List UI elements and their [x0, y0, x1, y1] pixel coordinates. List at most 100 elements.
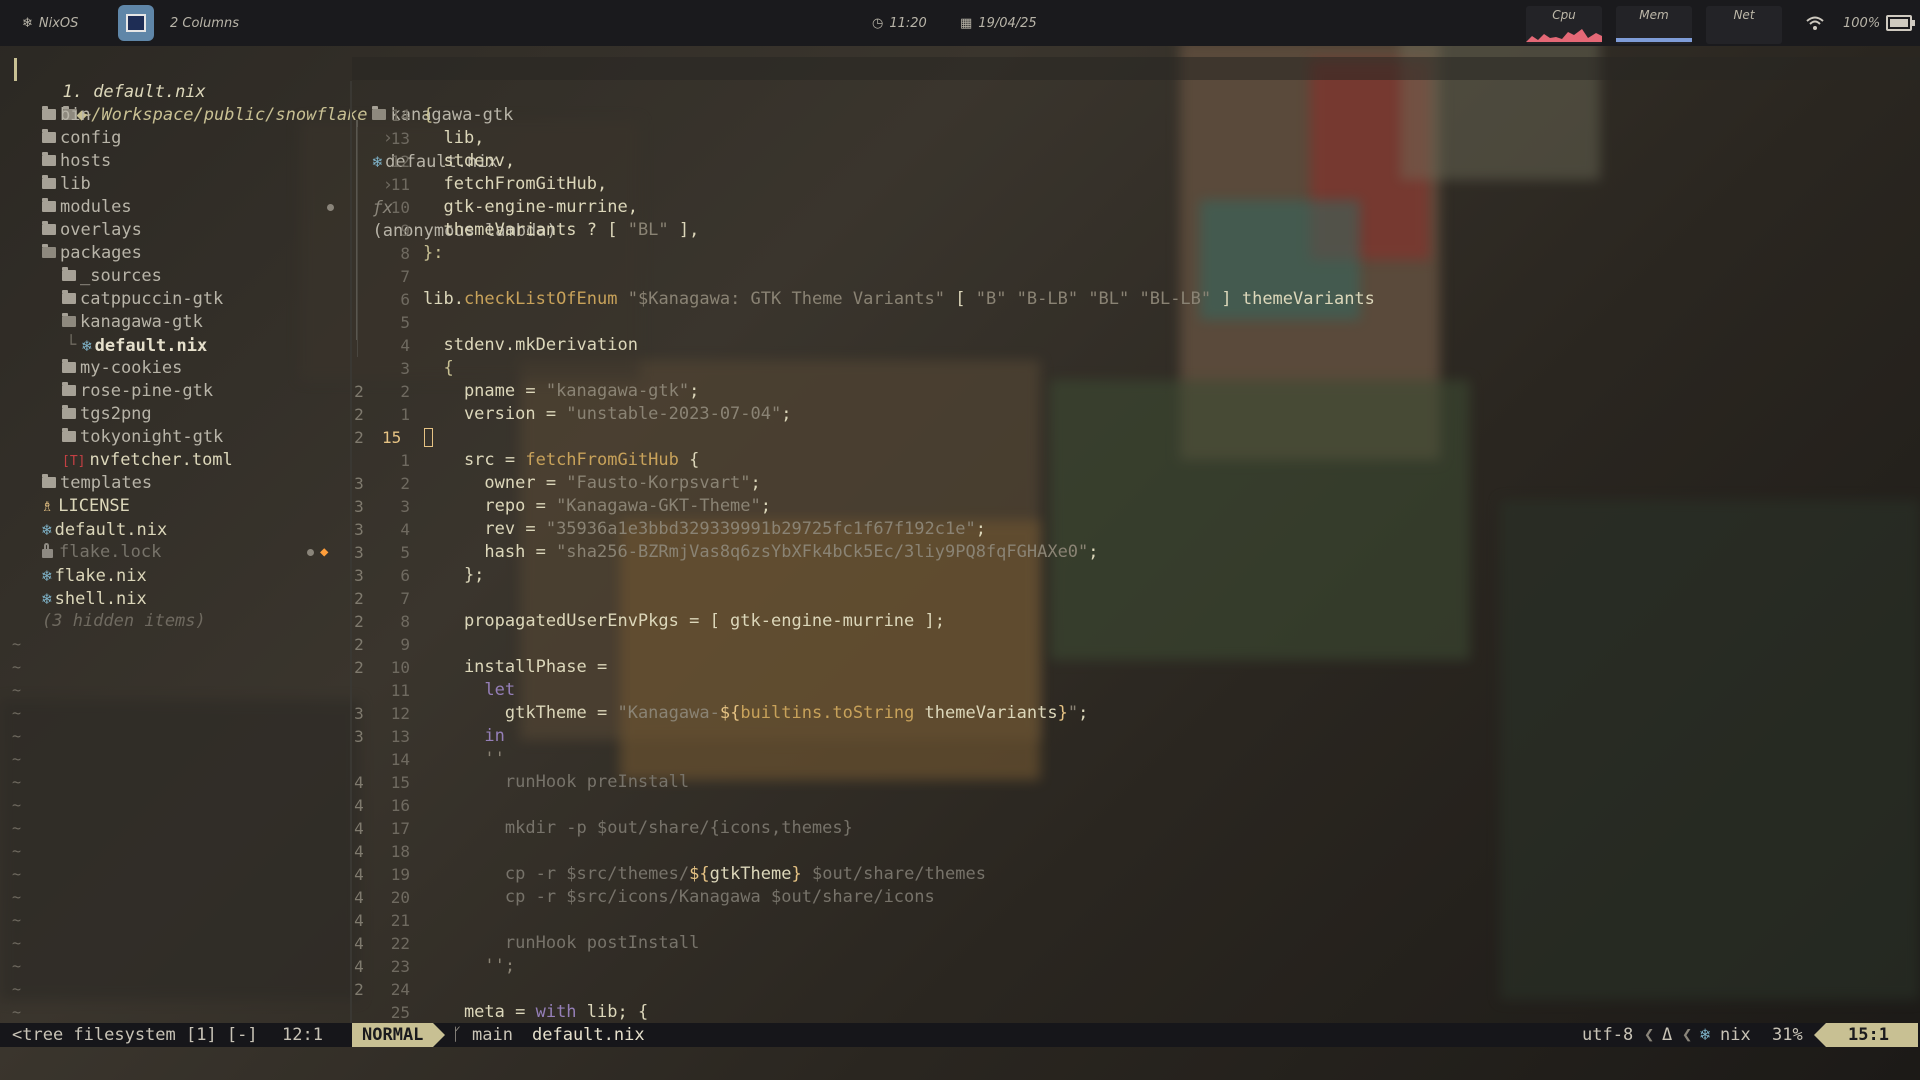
tree-item-sources[interactable]: _sources — [62, 265, 162, 288]
tree-item-tgs2png[interactable]: tgs2png — [62, 403, 152, 426]
tree-item-bin[interactable]: bin — [42, 104, 91, 127]
code-line[interactable]: 3 12 gtkTheme = "Kanagawa-${builtins.toSt… — [352, 702, 1912, 725]
battery-icon — [1886, 15, 1916, 31]
tree-item-label: templates — [60, 473, 153, 493]
tree-item-tokyonight-gtk[interactable]: tokyonight-gtk — [62, 426, 223, 449]
empty-line-tilde: ~ — [12, 957, 22, 975]
code-line[interactable]: 36 }; — [352, 564, 1912, 587]
tree-item-templates[interactable]: templates — [42, 472, 152, 495]
code-line[interactable]: 1 src = fetchFromGitHub { — [352, 449, 1912, 472]
code-line[interactable]: 2 24 — [352, 978, 1912, 1001]
folder-icon — [42, 128, 56, 143]
code-token: "sha256-BZRmjVas8q6zsYbXFk4bCk5Ec/3liy9P… — [556, 542, 1089, 562]
layout-indicator[interactable]: 2 Columns — [170, 0, 239, 46]
cpu-label: Cpu — [1552, 8, 1576, 22]
code-line[interactable]: 25 meta = with lib; { — [352, 1001, 1912, 1024]
code-line[interactable]: 34 rev = "35936a1e3bbd329339991b29725fc1… — [352, 518, 1912, 541]
tree-item-catppuccin-gtk[interactable]: catppuccin-gtk — [62, 288, 223, 311]
battery-status[interactable]: 100% — [1843, 0, 1916, 46]
code-line[interactable]: 12 stdenv, — [352, 150, 1912, 173]
cpu-widget[interactable]: Cpu — [1526, 6, 1602, 44]
tree-item-kanagawa-gtk[interactable]: kanagawa-gtk — [62, 311, 203, 334]
code-line[interactable]: 32 owner = "Fausto-Korpsvart"; — [352, 472, 1912, 495]
code-line[interactable]: 10 gtk-engine-murrine, — [352, 196, 1912, 219]
code-line[interactable]: 4 20 cp -r $src/icons/Kanagawa $out/share… — [352, 886, 1912, 909]
code-line[interactable]: 4 22 runHook postInstall — [352, 932, 1912, 955]
code-line[interactable]: 2 15 — [352, 426, 1912, 449]
tree-item-my-cookies[interactable]: my-cookies — [62, 357, 182, 380]
tree-item-modules[interactable]: modules — [42, 196, 132, 219]
hidden-items-note[interactable]: (3 hidden items) — [42, 610, 206, 633]
empty-line-tilde: ~ — [12, 727, 22, 745]
code-line[interactable]: 4 15 runHook preInstall — [352, 771, 1912, 794]
code-token: ${ — [719, 703, 741, 723]
code-line[interactable]: 22 pname = "kanagawa-gtk"; — [352, 380, 1912, 403]
code-line[interactable]: 35 hash = "sha256-BZRmjVas8q6zsYbXFk4bCk… — [352, 541, 1912, 564]
tree-item-label: default.nix — [94, 336, 208, 356]
tree-item-label: tokyonight-gtk — [80, 427, 224, 447]
line-number: 15 — [390, 773, 410, 792]
code-line[interactable]: 6 lib.checkListOfEnum "$Kanagawa: GTK The… — [352, 288, 1912, 311]
code-line[interactable]: 8}: — [352, 242, 1912, 265]
code-line[interactable]: 4 23 ''; — [352, 955, 1912, 978]
code-text: cp -r $src/themes/${gtkTheme} $out/share… — [423, 863, 986, 886]
clock[interactable]: ◷ 11:20 — [872, 0, 927, 46]
tree-item-config[interactable]: config — [42, 127, 121, 150]
code-line[interactable]: 28 propagatedUserEnvPkgs = [ gtk-engine-… — [352, 610, 1912, 633]
code-line[interactable]: 14 '' — [352, 748, 1912, 771]
code-line[interactable]: 33 repo = "Kanagawa-GKT-Theme"; — [352, 495, 1912, 518]
date[interactable]: ▦ 19/04/25 — [960, 0, 1037, 46]
code-line[interactable]: 3 { — [352, 357, 1912, 380]
code-line[interactable]: 7 — [352, 265, 1912, 288]
tree-item-shell-nix[interactable]: ❄ shell.nix — [42, 587, 147, 610]
os-launcher[interactable]: ❄ NixOS — [22, 0, 78, 46]
folder-icon — [62, 427, 76, 442]
net-widget[interactable]: Net — [1706, 6, 1782, 44]
code-line[interactable]: 4 21 — [352, 909, 1912, 932]
tree-item-label: shell.nix — [54, 589, 147, 609]
code-line[interactable]: 4 18 — [352, 840, 1912, 863]
code-line[interactable]: 27 — [352, 587, 1912, 610]
code-line[interactable]: 14 { — [352, 104, 1912, 127]
code-line[interactable]: 4 17 mkdir -p $out/share/{icons,themes} — [352, 817, 1912, 840]
tree-item-rose-pine-gtk[interactable]: rose-pine-gtk — [62, 380, 213, 403]
code-line[interactable]: 9 themeVariants ? [ "BL" ], — [352, 219, 1912, 242]
tree-item-lib[interactable]: lib — [42, 173, 91, 196]
code-editor[interactable]: 14{13 lib, 12 stdenv, 11 fetchFromGitHub, 1… — [352, 104, 1920, 1024]
tree-item-overlays[interactable]: overlays — [42, 219, 142, 242]
tree-item-flake-lock[interactable]: flake.lock — [42, 541, 161, 564]
code-line[interactable]: 3 13 in — [352, 725, 1912, 748]
code-text: rev = "35936a1e3bbd329339991b29725fc1f67… — [423, 518, 986, 541]
fold-guide — [357, 127, 358, 357]
tree-item-default-nix[interactable]: ❄ default.nix — [42, 518, 167, 541]
code-line[interactable]: 13 lib, — [352, 127, 1912, 150]
git-branch[interactable]: main — [472, 1023, 513, 1047]
code-line[interactable]: 4 16 — [352, 794, 1912, 817]
code-line[interactable]: 2 10 installPhase = — [352, 656, 1912, 679]
code-line[interactable]: 11 fetchFromGitHub, — [352, 173, 1912, 196]
code-line[interactable]: 21 version = "unstable-2023-07-04"; — [352, 403, 1912, 426]
tree-item-label: flake.nix — [54, 566, 147, 586]
tree-item-hosts[interactable]: hosts — [42, 150, 111, 173]
tree-root[interactable]: ~/Workspace/public/snowflake — [22, 81, 368, 125]
nix-file-icon: ❄ — [42, 520, 52, 539]
line-number: 5 — [400, 543, 410, 562]
active-workspace[interactable] — [118, 0, 154, 46]
code-line[interactable]: 4 19 cp -r $src/themes/${gtkTheme} $out/s… — [352, 863, 1912, 886]
tree-item-license[interactable]: ♗ LICENSE — [42, 495, 130, 518]
tree-item-packages[interactable]: packages — [42, 242, 142, 265]
code-line[interactable]: 5 — [352, 311, 1912, 334]
wifi-status[interactable] — [1806, 0, 1824, 46]
code-line[interactable]: 11 let — [352, 679, 1912, 702]
mem-widget[interactable]: Mem — [1616, 6, 1692, 44]
code-text: lib.checkListOfEnum "$Kanagawa: GTK Them… — [423, 288, 1375, 311]
tree-item-nvfetcher[interactable]: [T] nvfetcher.toml — [62, 449, 233, 472]
tree-item-label: overlays — [60, 220, 142, 240]
buffer-tab[interactable]: 1. default.nix ◆ — [42, 58, 205, 125]
tree-item-flake-nix[interactable]: ❄ flake.nix — [42, 564, 147, 587]
tree-item-default-nix-active[interactable]: ❄ default.nix — [82, 334, 207, 357]
code-token: ; — [1088, 542, 1099, 562]
code-line[interactable]: 29 — [352, 633, 1912, 656]
tree-item-label: modules — [60, 197, 132, 217]
code-line[interactable]: 4 stdenv.mkDerivation — [352, 334, 1912, 357]
